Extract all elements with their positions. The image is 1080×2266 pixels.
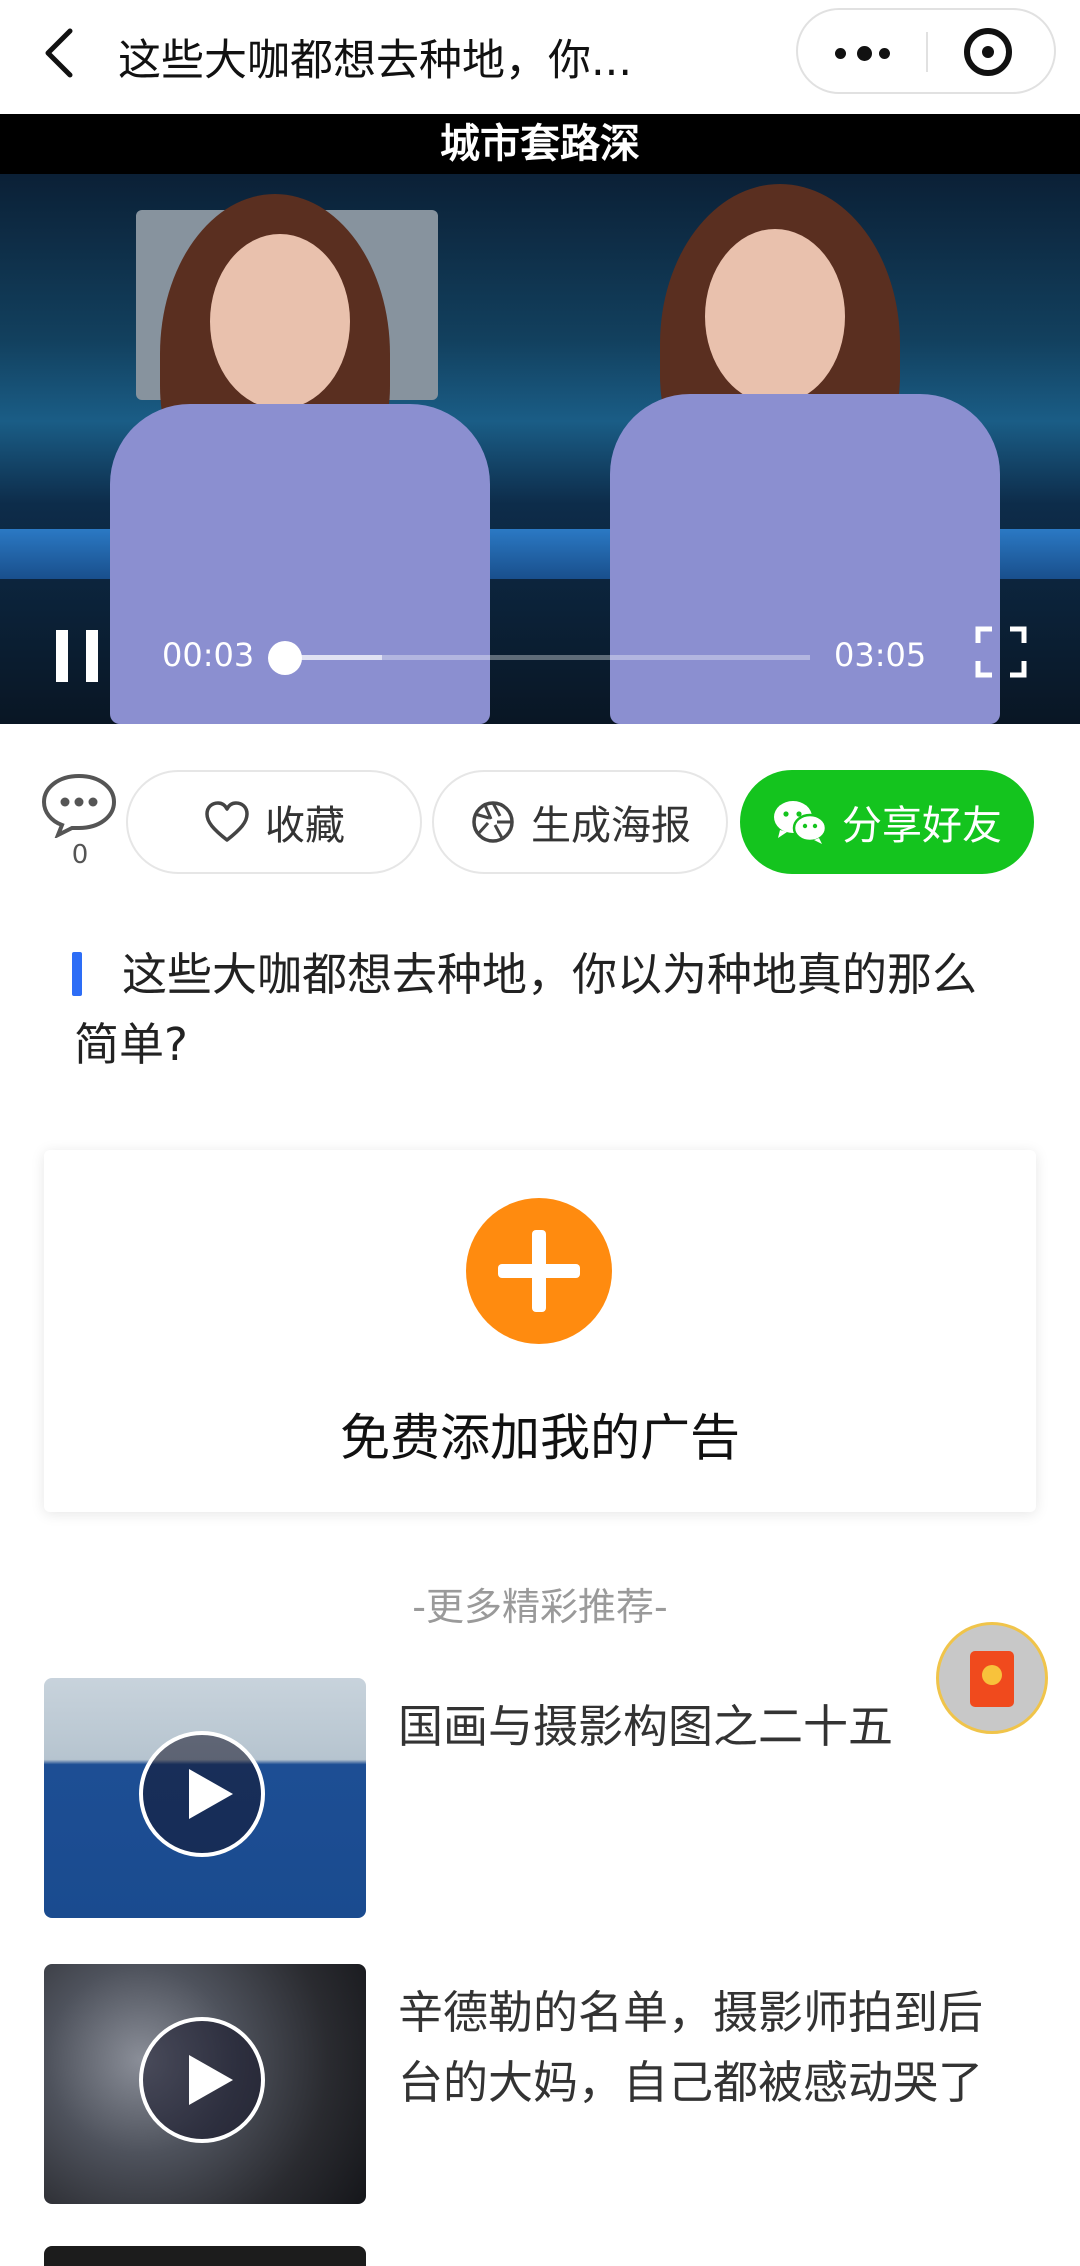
- current-time: 00:03: [162, 636, 255, 674]
- more-dot: [879, 48, 890, 59]
- comment-button[interactable]: 0: [40, 772, 118, 872]
- target-icon: [964, 28, 1012, 76]
- play-triangle: [189, 2055, 233, 2105]
- duration-time: 03:05: [834, 636, 927, 674]
- red-packet-button[interactable]: [936, 1622, 1048, 1734]
- comment-icon: [41, 773, 117, 840]
- more-dots-icon: [835, 48, 846, 59]
- pause-icon-bar: [86, 630, 98, 682]
- target-icon-center: [982, 46, 994, 58]
- close-mini-program-button[interactable]: [928, 10, 1056, 92]
- video-caption: 城市套路深: [0, 114, 1080, 174]
- recommendation-item[interactable]: 国画与摄影构图之二十五: [44, 1678, 1044, 1918]
- video-thumbnail: [44, 1678, 366, 1918]
- heart-icon: [205, 801, 249, 842]
- back-button[interactable]: [38, 25, 82, 81]
- red-envelope-coin: [982, 1665, 1002, 1685]
- favorite-label: 收藏: [265, 803, 345, 849]
- plus-vertical: [532, 1230, 546, 1312]
- add-my-ad-card[interactable]: 免费添加我的广告: [44, 1150, 1036, 1512]
- add-ad-label: 免费添加我的广告: [340, 1409, 740, 1467]
- jacket: [110, 404, 490, 724]
- plus-circle-icon: [466, 1198, 612, 1344]
- more-recommendations-heading: -更多精彩推荐-: [412, 1585, 668, 1629]
- fullscreen-button[interactable]: [975, 626, 1027, 678]
- comment-count: 0: [71, 840, 89, 870]
- wechat-icon: [774, 801, 828, 844]
- person-right: [600, 174, 1020, 724]
- favorite-button[interactable]: 收藏: [126, 770, 422, 874]
- more-dot: [857, 46, 872, 61]
- recommendation-title: 国画与摄影构图之二十五: [398, 1700, 894, 1753]
- chevron-left-icon: [45, 28, 73, 78]
- play-icon: [139, 2017, 265, 2143]
- face: [210, 234, 350, 409]
- share-label: 分享好友: [842, 803, 1002, 849]
- more-button[interactable]: [798, 10, 926, 92]
- video-thumbnail: [44, 1964, 366, 2204]
- aperture-icon: [472, 801, 514, 843]
- face: [705, 229, 845, 404]
- pause-icon: [56, 630, 68, 682]
- progress-bar[interactable]: [268, 641, 810, 675]
- generate-poster-button[interactable]: 生成海报: [432, 770, 728, 874]
- article-title-text: 这些大咖都想去种地，你以为种地真的那么简单?: [74, 948, 978, 1071]
- article-title: 这些大咖都想去种地，你以为种地真的那么简单?: [74, 940, 1014, 1080]
- video-thumbnail-partial: [44, 2246, 366, 2266]
- jacket: [610, 394, 1000, 724]
- top-nav-bar: 这些大咖都想去种地，你...: [0, 0, 1080, 114]
- recommendation-title: 辛德勒的名单，摄影师拍到后台的大妈，自己都被感动哭了: [398, 1986, 984, 2109]
- fullscreen-icon: [975, 626, 1027, 678]
- red-envelope-icon: [970, 1651, 1014, 1707]
- progress-knob[interactable]: [268, 641, 302, 675]
- recommendation-item[interactable]: 辛德勒的名单，摄影师拍到后台的大妈，自己都被感动哭了: [44, 1964, 1044, 2204]
- share-friends-button[interactable]: 分享好友: [740, 770, 1034, 874]
- pause-button[interactable]: [56, 630, 100, 682]
- poster-label: 生成海报: [531, 803, 691, 849]
- play-icon: [139, 1731, 265, 1857]
- page-title: 这些大咖都想去种地，你...: [118, 36, 633, 86]
- mini-program-capsule: [796, 8, 1056, 94]
- video-player[interactable]: 城市套路深 00:03 03:05: [0, 114, 1080, 724]
- play-triangle: [189, 1769, 233, 1819]
